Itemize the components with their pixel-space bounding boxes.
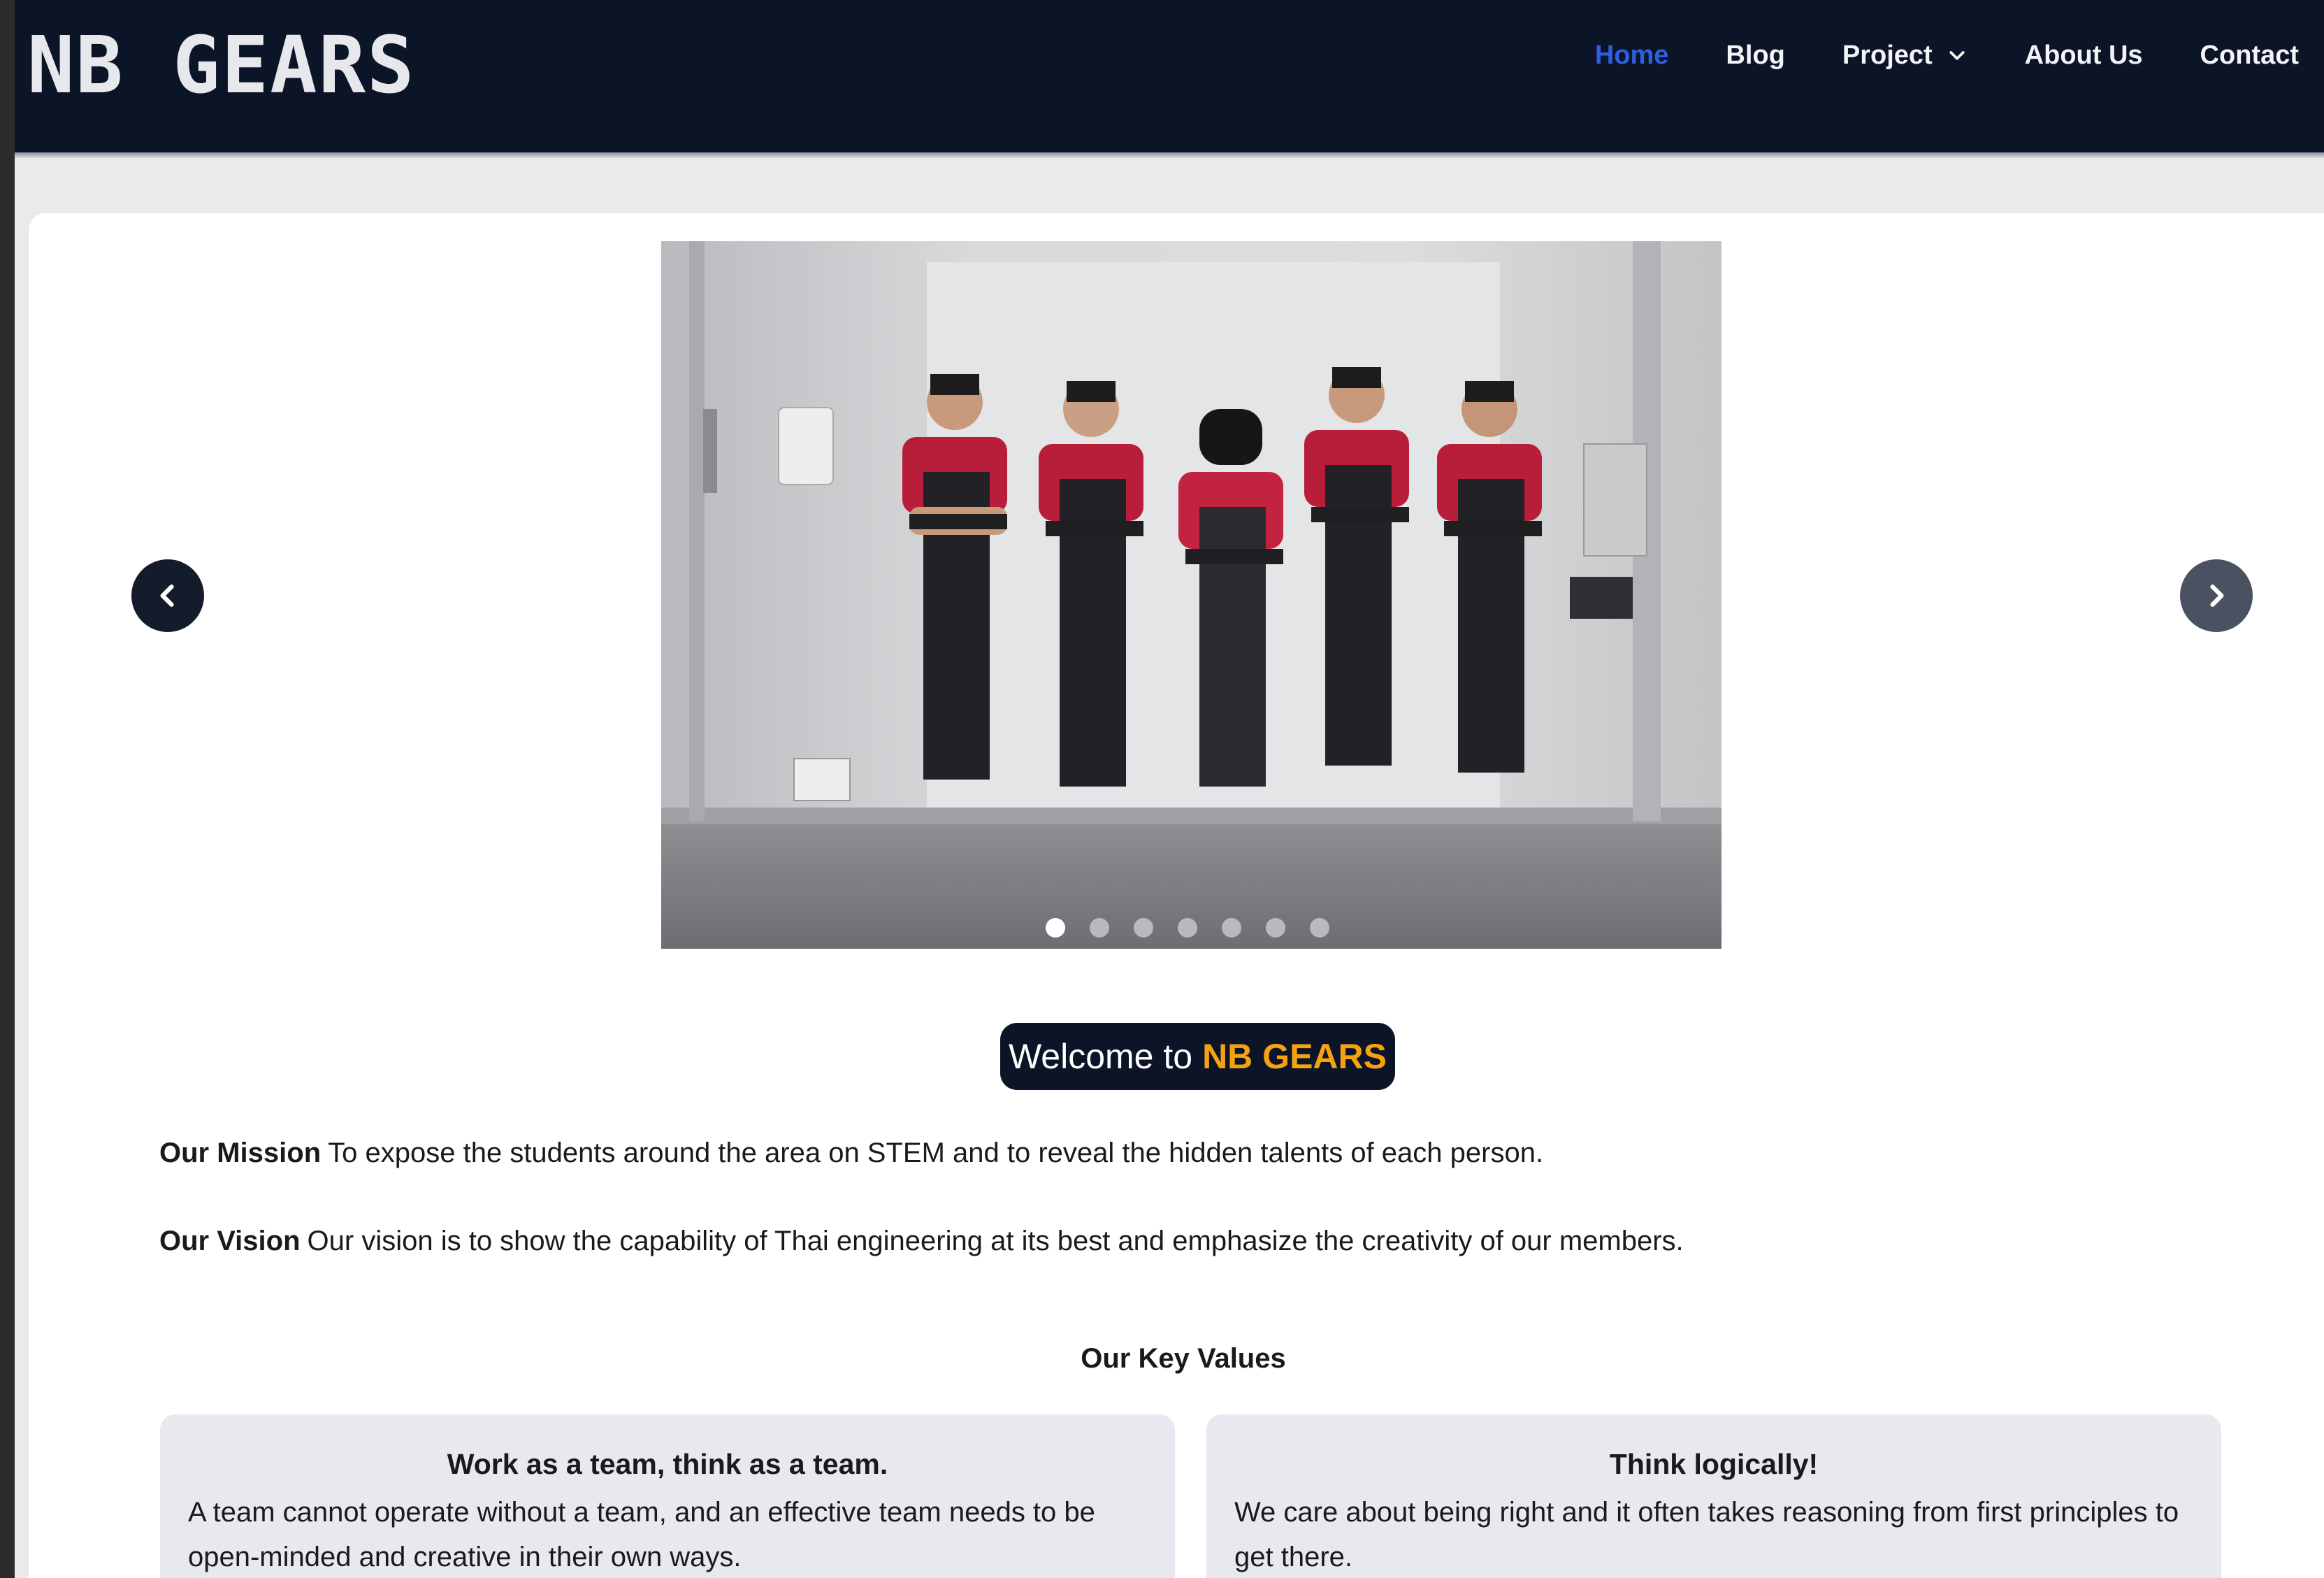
key-values-title: Our Key Values: [1081, 1343, 1286, 1374]
value-card-teamwork: Work as a team, think as a team. A team …: [160, 1414, 1175, 1578]
main-nav: Home Blog Project About Us Contact: [1538, 41, 2299, 71]
value-card-title: Think logically!: [1609, 1448, 1819, 1480]
team-photo: [661, 241, 1722, 949]
value-card-logic: Think logically! We care about being rig…: [1206, 1414, 2221, 1578]
carousel-indicator[interactable]: [1222, 918, 1241, 938]
carousel-indicator[interactable]: [1178, 918, 1197, 938]
image-carousel[interactable]: [661, 241, 1722, 949]
nav-item-contact[interactable]: Contact: [2200, 41, 2299, 71]
carousel-indicator[interactable]: [1090, 918, 1109, 938]
nav-item-project[interactable]: Project: [1842, 41, 1968, 71]
vision-label: Our Vision: [159, 1226, 301, 1256]
nav-item-home[interactable]: Home: [1595, 41, 1669, 71]
nav-label: Project: [1842, 41, 1933, 70]
value-card-body: A team cannot operate without a team, an…: [188, 1497, 1095, 1572]
welcome-badge: Welcome to NB GEARS: [1000, 1023, 1395, 1090]
carousel-indicator[interactable]: [1134, 918, 1153, 938]
nav-item-about-us[interactable]: About Us: [2025, 41, 2143, 71]
chevron-down-icon: [1949, 50, 1965, 60]
mission-text: To expose the students around the area o…: [328, 1138, 1544, 1168]
carousel-indicator[interactable]: [1046, 918, 1065, 938]
carousel-indicator[interactable]: [1310, 918, 1329, 938]
page: NB GEARS Home Blog Project About Us Cont…: [15, 0, 2324, 1578]
nav-label: Contact: [2200, 41, 2299, 70]
mission-label: Our Mission: [159, 1138, 322, 1168]
value-card-title: Work as a team, think as a team.: [447, 1448, 888, 1480]
carousel-prev-button[interactable]: [131, 559, 204, 632]
site-logo[interactable]: NB GEARS: [27, 17, 415, 115]
main-card: Welcome to NB GEARS Our Mission To expose…: [29, 213, 2324, 1578]
nav-label: About Us: [2024, 41, 2143, 70]
welcome-prefix: Welcome to: [1009, 1037, 1193, 1076]
vision-statement: Our Vision Our vision is to show the capa…: [159, 1226, 1684, 1257]
logo-text: NB GEARS: [27, 20, 416, 111]
nav-label: Home: [1594, 41, 1669, 70]
nav-item-blog[interactable]: Blog: [1726, 41, 1784, 71]
welcome-brand: NB GEARS: [1202, 1037, 1387, 1076]
carousel-indicator[interactable]: [1266, 918, 1285, 938]
carousel-indicators: [1046, 918, 1329, 938]
mission-statement: Our Mission To expose the students around…: [159, 1138, 1543, 1169]
vision-text: Our vision is to show the capability of …: [307, 1226, 1684, 1256]
navbar-divider: [15, 152, 2324, 158]
navbar: NB GEARS Home Blog Project About Us Cont…: [15, 0, 2324, 152]
carousel-next-button[interactable]: [2180, 559, 2253, 632]
nav-label: Blog: [1726, 41, 1785, 70]
value-card-body: We care about being right and it often t…: [1234, 1497, 2179, 1572]
chevron-right-icon: [2210, 584, 2224, 607]
chevron-left-icon: [160, 584, 174, 607]
